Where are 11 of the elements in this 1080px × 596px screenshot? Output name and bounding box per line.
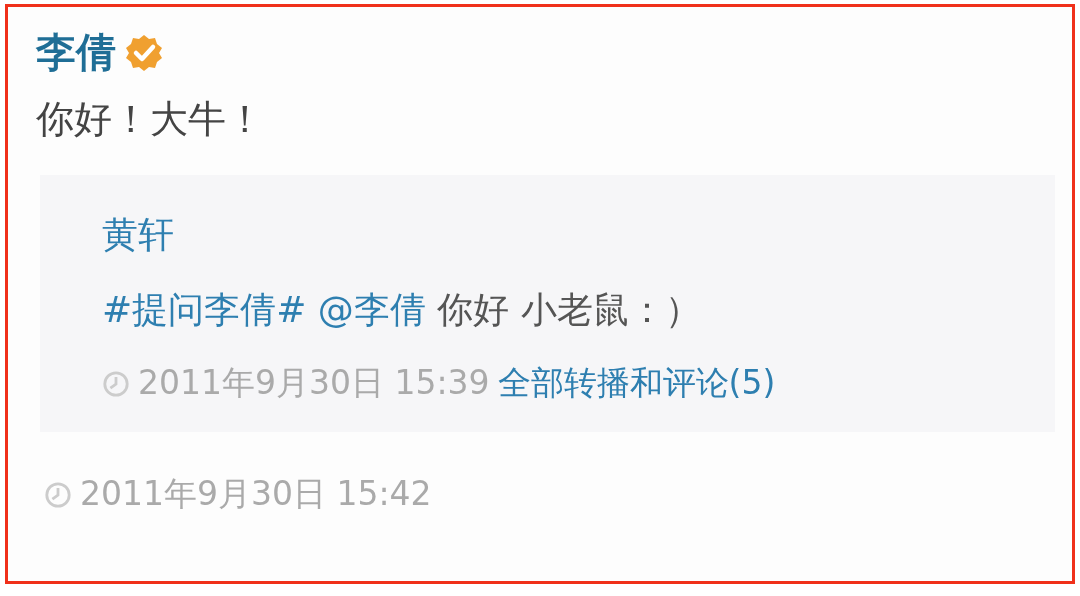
post-time: 2011年9月30日 15:39 bbox=[138, 362, 490, 404]
author-name[interactable]: 李倩 bbox=[36, 25, 116, 80]
mention-link[interactable]: @李倩 bbox=[317, 289, 426, 330]
clock-icon bbox=[44, 480, 72, 509]
post-text: 你好！大牛！ bbox=[36, 96, 265, 143]
comments-link[interactable]: 全部转播和评论(5) bbox=[497, 361, 776, 406]
post-time: 2011年9月30日 15:42 bbox=[80, 473, 432, 515]
quoted-author-name[interactable]: 黄轩 bbox=[102, 211, 1055, 260]
clock-icon bbox=[102, 369, 130, 398]
hashtag-link[interactable]: #提问李倩# bbox=[102, 289, 307, 330]
quoted-post-text: #提问李倩# @李倩 你好 小老鼠：） bbox=[102, 288, 702, 332]
